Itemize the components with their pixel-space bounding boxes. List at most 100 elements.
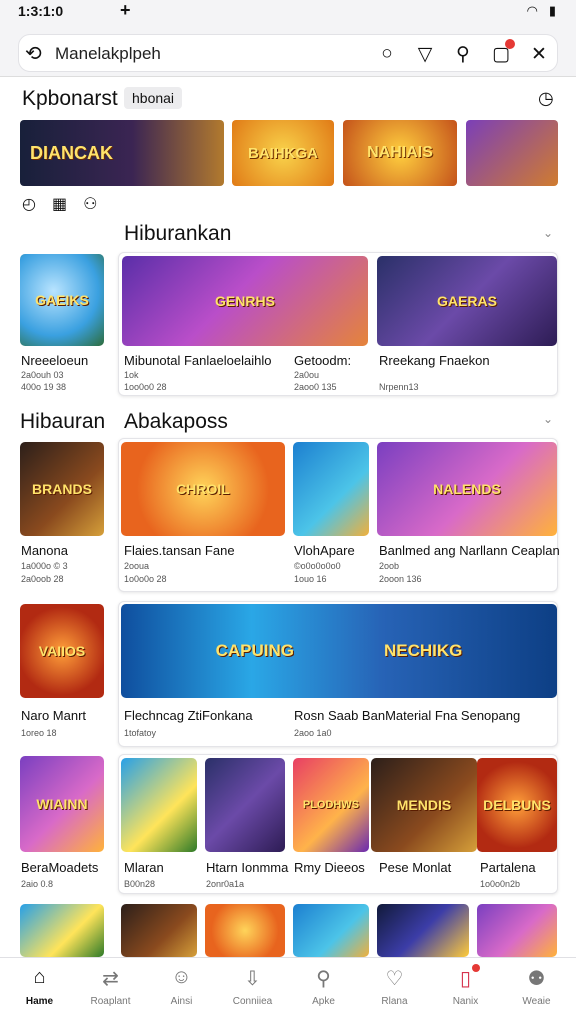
section-title-1: Kpbonarst [22,87,118,110]
game-title[interactable]: Pese Monlat [379,860,451,875]
nav-label: Ainsi [170,996,193,1007]
banner-1[interactable]: DIANCAK [20,120,224,186]
new-tab-icon[interactable]: + [120,0,131,21]
notification-dot [505,39,515,49]
game-title[interactable]: Naro Manrt [21,708,86,723]
game-art-text: CAPUING [215,641,294,660]
game-thumb[interactable] [121,904,197,957]
user-icon[interactable]: ⚇ [83,194,97,214]
game-meta: 1tofatoy [124,728,157,738]
notification-icon[interactable]: ▢ [485,39,517,69]
game-title[interactable]: Flechncag ZtiFonkana [124,708,253,723]
game-title[interactable]: Getoodm: [294,353,351,368]
game-meta: 1ouo 16 [294,574,327,584]
refresh-icon[interactable]: ◷ [538,88,554,109]
clock-icon[interactable]: ◴ [22,194,36,214]
game-title[interactable]: BeraMoadets [21,860,98,875]
game-thumb[interactable]: PLODHWS [293,758,369,852]
search-person-icon: ⚲ [316,968,331,990]
game-title[interactable]: Nreeeloeun [21,353,88,368]
banner-3[interactable]: NAHIAIS [343,120,457,186]
banner-3-text: NAHIAIS [367,144,433,161]
nav-conniiea[interactable]: ⇩ Conniiea [221,958,285,1024]
game-title[interactable]: Flaies.tansan Fane [124,543,235,558]
nav-apke[interactable]: ⚲ Apke [292,958,356,1024]
nav-nanix[interactable]: ▯ Nanix [434,958,498,1024]
game-thumb[interactable] [20,904,104,957]
heart-icon: ♡ [385,968,404,990]
nav-weaie[interactable]: ⚉ Weaie [505,958,569,1024]
game-thumb[interactable] [293,904,369,957]
banner-4[interactable] [466,120,558,186]
chevron-down-icon[interactable]: ⌄ [543,412,553,426]
game-thumb[interactable]: GAERAS [377,256,557,346]
section-chip[interactable]: hbonai [124,87,183,109]
game-thumb[interactable]: NALENDS [377,442,557,536]
circle-icon[interactable]: ○ [371,39,403,69]
nav-label: Roaplant [90,996,131,1007]
nav-label: Rlana [381,996,408,1007]
game-thumb[interactable] [377,904,469,957]
status-time: 1:3:1:0 [18,3,64,19]
game-meta: 1ok [124,370,139,380]
search-icon[interactable]: ⚲ [447,39,479,69]
chevron-down-icon[interactable]: ⌄ [543,226,553,240]
game-thumb[interactable]: VAIIOS [20,604,104,698]
nav-rlana[interactable]: ♡ Rlana [363,958,427,1024]
game-meta: 2a0oob 28 [21,574,64,584]
game-meta: 2ooua [124,561,150,571]
face-icon: ☺ [171,966,192,988]
filter-icon[interactable]: ▽ [409,39,441,69]
filter-row: ◴ ▦ ⚇ [22,194,97,214]
nav-ainsi[interactable]: ☺ Ainsi [150,958,214,1024]
transfer-icon: ⇄ [102,968,119,990]
game-title[interactable]: Rmy Dieeos [294,860,365,875]
game-meta: 2aoo 1a0 [294,728,332,738]
game-thumb[interactable] [205,758,285,852]
game-meta: 1a000o © 3 [21,561,68,571]
game-title[interactable]: Mibunotal Fanlaeloelaihlo [124,353,271,368]
game-meta: 2aoo0 135 [294,382,337,392]
game-thumb[interactable]: CHROIL [121,442,285,536]
search-query[interactable]: Manelakplpeh [55,44,161,64]
back-icon[interactable]: ⟲ [25,41,42,66]
game-thumb[interactable]: WIAINN [20,756,104,852]
game-thumb[interactable] [205,904,285,957]
game-art-text: VAIIOS [38,643,86,659]
game-thumb[interactable] [477,904,557,957]
banner-1-text: DIANCAK [30,142,113,163]
game-title[interactable]: Banlmed ang Narllann Ceaplan [379,543,560,558]
banner-2[interactable]: BAIHKGA [232,120,334,186]
game-thumb-wide[interactable]: CAPUING NECHIKG [121,604,557,698]
game-title[interactable]: VlohApare [294,543,355,558]
game-thumb[interactable]: DELBUNS [477,758,557,852]
section-title-3b: Abakaposs [124,410,228,433]
game-thumb[interactable] [121,758,197,852]
close-icon[interactable]: ✕ [523,39,555,69]
game-meta: 2oob [379,561,400,571]
game-art-text: GAEIKS [35,292,89,308]
game-title[interactable]: Rosn Saab BanMaterial Fna Senopang [294,708,520,723]
game-title[interactable]: Partalena [480,860,536,875]
nav-home[interactable]: ⌂ Hame [8,958,72,1024]
game-meta: B00n28 [124,879,156,889]
game-thumb[interactable]: GAEIKS [20,254,104,346]
game-thumb[interactable]: MENDIS [371,758,477,852]
game-title[interactable]: Mlaran [124,860,164,875]
nav-roaplant[interactable]: ⇄ Roaplant [79,958,143,1024]
profile-icon: ⚉ [527,968,546,990]
top-icons: ○ ▽ ⚲ ▢ ✕ [371,39,555,69]
calendar-icon[interactable]: ▦ [52,194,67,214]
nav-label: Weaie [522,996,551,1007]
game-title[interactable]: Manona [21,543,68,558]
game-thumb[interactable]: GENRHS [122,256,368,346]
bookmark-icon: ▯ [459,968,471,990]
game-art-text: NECHIKG [384,641,463,660]
game-thumb[interactable] [293,442,369,536]
game-meta: Nrpenn13 [379,382,419,392]
game-art-text: CHROIL [176,481,230,497]
search-bar[interactable]: ⟲ Manelakplpeh ○ ▽ ⚲ ▢ ✕ [18,34,558,72]
game-thumb[interactable]: BRANDS [20,442,104,536]
game-title[interactable]: Htarn Ionmma [206,860,288,875]
game-title[interactable]: Rreekang Fnaekon [379,353,490,368]
